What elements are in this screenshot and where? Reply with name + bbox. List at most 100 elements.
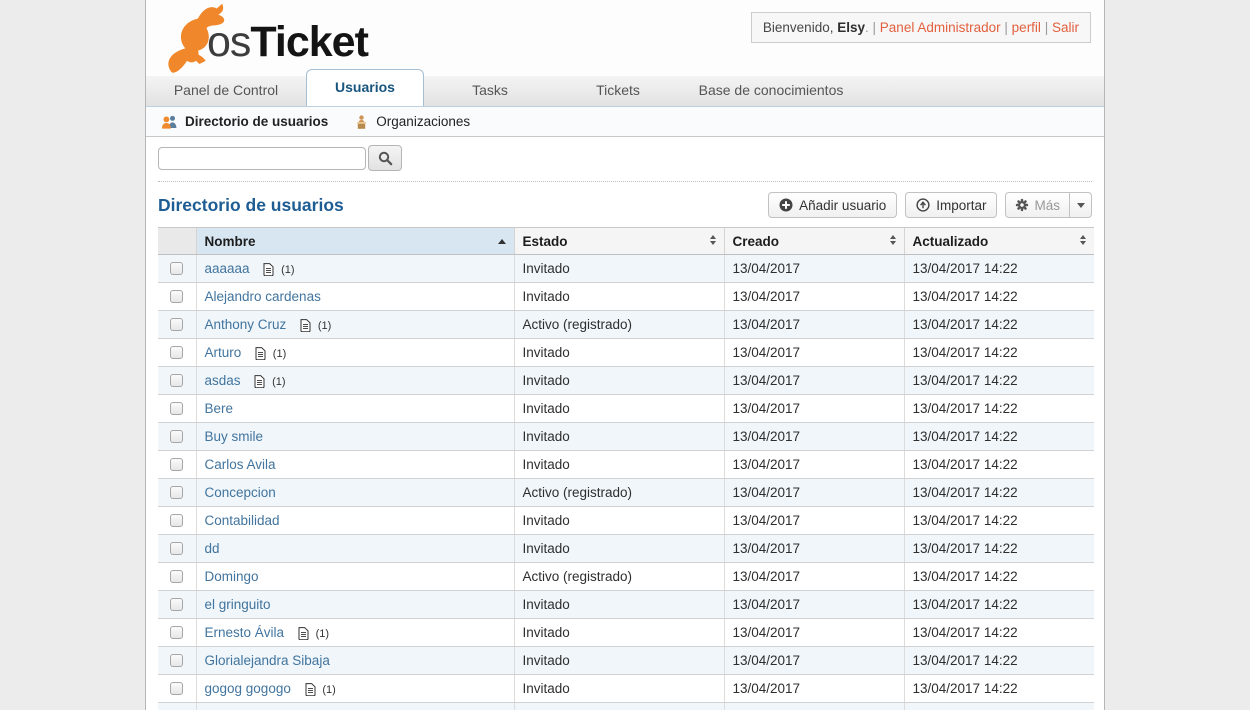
user-name-link[interactable]: Buy smile <box>205 429 264 444</box>
row-checkbox[interactable] <box>170 626 183 639</box>
created-cell: 13/04/2017 <box>724 395 904 423</box>
admin-panel-link[interactable]: Panel Administrador <box>880 20 1001 35</box>
row-checkbox[interactable] <box>170 682 183 695</box>
subnav-item-organizaciones[interactable]: Organizaciones <box>354 114 470 129</box>
checkbox-cell <box>158 675 196 703</box>
tab-tickets[interactable]: Tickets <box>556 75 680 106</box>
status-cell: Invitado <box>514 675 724 703</box>
user-name-link[interactable]: Concepcion <box>205 485 276 500</box>
checkbox-cell <box>158 479 196 507</box>
tab-panel-de-control[interactable]: Panel de Control <box>146 75 306 106</box>
user-name-link[interactable]: gogog gogogo <box>205 681 291 696</box>
row-checkbox[interactable] <box>170 570 183 583</box>
checkbox-cell <box>158 703 196 710</box>
search-button[interactable] <box>368 145 402 171</box>
more-button[interactable]: Más <box>1006 193 1069 217</box>
select-all-header[interactable] <box>158 228 196 255</box>
row-checkbox[interactable] <box>170 542 183 555</box>
tab-usuarios[interactable]: Usuarios <box>306 69 424 106</box>
user-status: Activo (registrado) <box>523 485 633 500</box>
subnav-item-directorio-de-usuarios[interactable]: Directorio de usuarios <box>161 114 328 129</box>
user-name-link[interactable]: Arturo <box>205 345 242 360</box>
tab-base-de-conocimientos[interactable]: Base de conocimientos <box>680 75 862 106</box>
user-created: 13/04/2017 <box>733 513 801 528</box>
add-user-button[interactable]: Añadir usuario <box>768 192 897 218</box>
status-cell: Invitado <box>514 395 724 423</box>
user-name-link[interactable]: Alejandro cardenas <box>205 289 321 304</box>
row-checkbox[interactable] <box>170 318 183 331</box>
row-checkbox[interactable] <box>170 402 183 415</box>
user-status: Invitado <box>523 653 570 668</box>
arrow-up-circle-icon <box>916 198 930 212</box>
row-checkbox[interactable] <box>170 290 183 303</box>
welcome-box: Bienvenido, Elsy. | Panel Administrador … <box>751 12 1091 43</box>
attachment-indicator: (1) <box>255 345 286 360</box>
user-name-link[interactable]: Domingo <box>205 569 259 584</box>
tab-tasks[interactable]: Tasks <box>424 75 556 106</box>
row-checkbox[interactable] <box>170 654 183 667</box>
attachment-indicator: (1) <box>305 681 336 696</box>
osticket-logo[interactable]: osTicket <box>152 1 382 75</box>
user-name-link[interactable]: Glorialejandra Sibaja <box>205 653 330 668</box>
import-button[interactable]: Importar <box>905 192 997 218</box>
user-name-link[interactable]: Bere <box>205 401 234 416</box>
table-row: Domingo Activo (registrado) 13/04/2017 1… <box>158 563 1094 591</box>
user-name-link[interactable]: Contabilidad <box>205 513 280 528</box>
user-status: Invitado <box>523 513 570 528</box>
created-cell: 13/04/2017 <box>724 479 904 507</box>
user-name-link[interactable]: Carlos Avila <box>205 457 276 472</box>
logo-os: os <box>207 18 250 66</box>
column-header-nombre[interactable]: Nombre <box>196 228 514 255</box>
search-input[interactable] <box>158 147 366 170</box>
user-status: Invitado <box>523 457 570 472</box>
column-header-estado[interactable]: Estado <box>514 228 724 255</box>
user-name-link[interactable]: Ernesto Ávila <box>205 625 285 640</box>
table-row: Bere Invitado 13/04/2017 13/04/2017 14:2… <box>158 395 1094 423</box>
user-updated: 13/04/2017 14:22 <box>913 681 1018 696</box>
column-label: Estado <box>523 234 568 249</box>
row-checkbox[interactable] <box>170 458 183 471</box>
user-status: Invitado <box>523 429 570 444</box>
row-checkbox[interactable] <box>170 598 183 611</box>
row-checkbox[interactable] <box>170 346 183 359</box>
checkbox-cell <box>158 255 196 283</box>
more-label: Más <box>1034 198 1060 213</box>
user-name-link[interactable]: Anthony Cruz <box>205 317 287 332</box>
row-checkbox[interactable] <box>170 262 183 275</box>
sort-icon <box>1080 235 1086 245</box>
checkbox-cell <box>158 507 196 535</box>
table-row: Glorialejandra Sibaja Invitado 13/04/201… <box>158 647 1094 675</box>
user-name-link[interactable]: el gringuito <box>205 597 271 612</box>
header: osTicket Bienvenido, Elsy. | Panel Admin… <box>146 0 1104 76</box>
updated-cell: 13/04/2017 14:22 <box>904 563 1094 591</box>
checkbox-cell <box>158 451 196 479</box>
table-header: Nombre Estado Creado Actualizado <box>158 228 1094 255</box>
table-row: Carlos Avila Invitado 13/04/2017 13/04/2… <box>158 451 1094 479</box>
column-header-creado[interactable]: Creado <box>724 228 904 255</box>
user-updated: 13/04/2017 14:22 <box>913 457 1018 472</box>
row-checkbox[interactable] <box>170 514 183 527</box>
attachment-indicator: (1) <box>298 625 329 640</box>
user-name-link[interactable]: dd <box>205 541 220 556</box>
status-cell: Invitado <box>514 451 724 479</box>
column-label: Nombre <box>205 234 256 249</box>
row-checkbox[interactable] <box>170 374 183 387</box>
user-name-link[interactable]: asdas <box>205 373 241 388</box>
column-header-actualizado[interactable]: Actualizado <box>904 228 1094 255</box>
logout-link[interactable]: Salir <box>1052 20 1079 35</box>
user-updated: 13/04/2017 14:22 <box>913 513 1018 528</box>
checkbox-cell <box>158 339 196 367</box>
subnav-label: Directorio de usuarios <box>185 114 328 129</box>
user-status: Invitado <box>523 541 570 556</box>
user-name-link[interactable]: aaaaaa <box>205 261 250 276</box>
row-checkbox[interactable] <box>170 430 183 443</box>
created-cell: 13/04/2017 <box>724 675 904 703</box>
more-dropdown-button[interactable] <box>1069 193 1091 217</box>
profile-link[interactable]: perfil <box>1012 20 1041 35</box>
created-cell: 13/04/2017 <box>724 255 904 283</box>
name-cell: Bere <box>196 395 514 423</box>
column-label: Actualizado <box>913 234 989 249</box>
logo-text: osTicket <box>207 21 368 64</box>
row-checkbox[interactable] <box>170 486 183 499</box>
doc-count: (1) <box>272 376 285 388</box>
